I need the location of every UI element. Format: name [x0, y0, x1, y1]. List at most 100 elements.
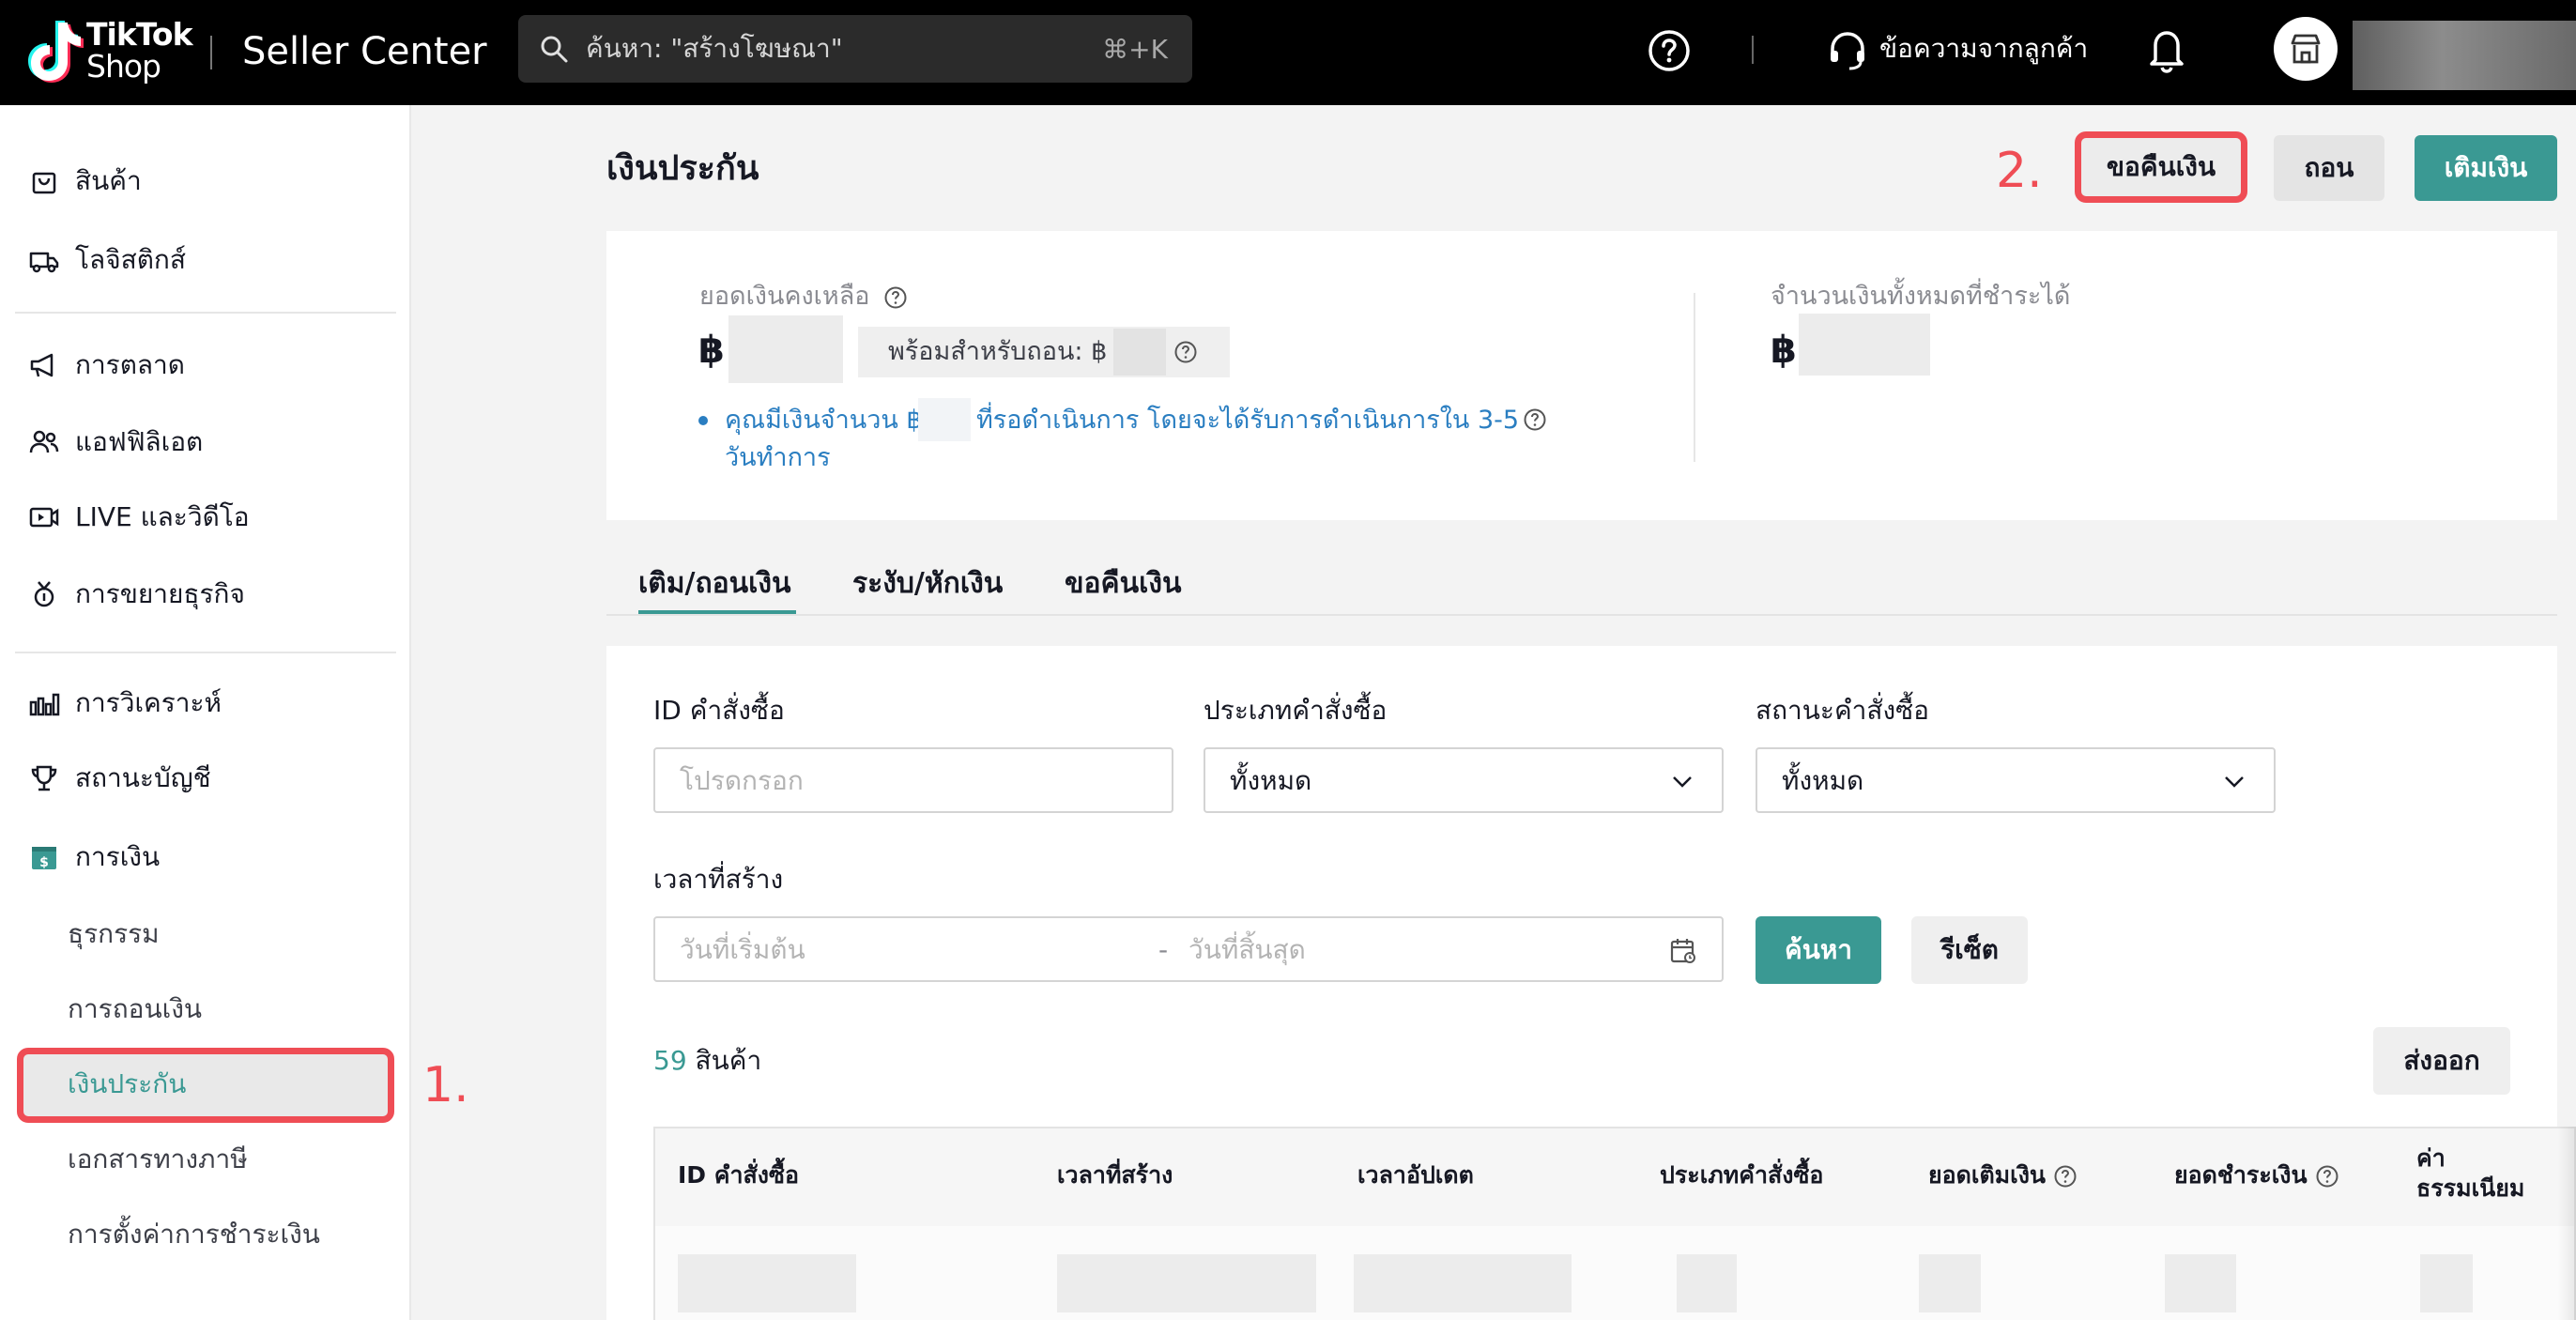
- sidebar-item-label: แอฟฟิลิเอต: [75, 426, 204, 457]
- export-button[interactable]: ส่งออก: [2373, 1027, 2510, 1095]
- headset-icon: [1831, 32, 1864, 70]
- order-type-label: ประเภทคำสั่งซื้อ: [1204, 695, 1388, 726]
- sidebar-item-label: สินค้า: [75, 165, 142, 196]
- date-range-picker[interactable]: วันที่เริ่มต้น - วันที่สิ้นสุด: [653, 916, 1724, 982]
- sidebar-item-label: การตลาด: [75, 349, 185, 380]
- trophy-icon: [31, 765, 57, 791]
- start-date-placeholder: วันที่เริ่มต้น: [680, 934, 805, 965]
- chevron-down-icon: [1673, 776, 1692, 788]
- total-amount-redacted: [1799, 314, 1930, 376]
- created-time-label: เวลาที่สร้าง: [653, 864, 784, 895]
- sidebar-item-label: การขยายธุรกิจ: [75, 578, 245, 609]
- deposit-table: ID คำสั่งซื้อ เวลาที่สร้าง เวลาอัปเดต ปร…: [653, 1127, 2576, 1320]
- medal-icon: [34, 581, 54, 607]
- total-currency: ฿: [1771, 329, 1797, 372]
- question-icon[interactable]: [1173, 340, 1198, 364]
- result-count-number: 59: [653, 1045, 687, 1076]
- order-status-label: สถานะคำสั่งซื้อ: [1756, 695, 1929, 726]
- truck-icon: [29, 252, 59, 273]
- order-type-select[interactable]: ทั้งหมด: [1204, 747, 1724, 813]
- tab-refund-request[interactable]: ขอคืนเงิน: [1065, 563, 1182, 605]
- table-scroll-shadow: [2557, 1127, 2576, 1320]
- pending-notice-part-2[interactable]: ที่รอดำเนินการ โดยจะได้รับการดำเนินการใน…: [976, 402, 1519, 439]
- tab-topup-withdraw[interactable]: เติม/ถอนเงิน: [638, 563, 791, 605]
- sidebar-item-label: โลจิสติกส์: [75, 244, 186, 275]
- sidebar-item-live-video[interactable]: LIVE และวิดีโอ: [28, 494, 404, 539]
- order-type-value: ทั้งหมด: [1230, 765, 1312, 796]
- top-up-button[interactable]: เติมเงิน: [2415, 135, 2557, 201]
- balance-label: ยอดเงินคงเหลือ: [699, 280, 908, 314]
- account-name-redacted[interactable]: [2353, 21, 2576, 90]
- result-count: 59 สินค้า: [653, 1042, 761, 1080]
- balance-amount-redacted: [728, 315, 843, 383]
- sidebar-sub-transactions[interactable]: ธุรกรรม: [68, 916, 160, 952]
- global-search[interactable]: ค้นหา: "สร้างโฆษณา" ⌘+K: [518, 15, 1192, 83]
- request-refund-button[interactable]: ขอคืนเงิน: [2075, 131, 2247, 203]
- column-fee-line-2: ธรรมเนียม: [2416, 1174, 2525, 1202]
- order-id-input[interactable]: โปรดกรอก: [653, 747, 1173, 813]
- search-button[interactable]: ค้นหา: [1756, 916, 1881, 984]
- video-icon: [29, 507, 59, 528]
- cell-redacted: [1057, 1254, 1316, 1312]
- sidebar-divider: [15, 312, 396, 314]
- question-icon[interactable]: [2315, 1164, 2339, 1189]
- store-icon: [2291, 34, 2321, 64]
- sidebar-sub-withdrawals[interactable]: การถอนเงิน: [68, 991, 202, 1027]
- order-status-value: ทั้งหมด: [1782, 765, 1864, 796]
- finance-icon: $: [32, 847, 56, 870]
- tab-hold-deduct[interactable]: ระงับ/หักเงิน: [852, 563, 1003, 605]
- column-topup-amount-label: ยอดเติมเงิน: [1928, 1161, 2046, 1189]
- header-divider: [1752, 36, 1754, 64]
- tabs-baseline: [606, 614, 2557, 616]
- sidebar-item-marketing[interactable]: การตลาด: [28, 342, 404, 387]
- sidebar-sub-tax-documents[interactable]: เอกสารทางภาษี: [68, 1142, 248, 1177]
- order-id-label: ID คำสั่งซื้อ: [653, 695, 785, 726]
- search-placeholder: ค้นหา: "สร้างโฆษณา": [586, 33, 843, 64]
- column-fee-line-1: ค่า: [2416, 1144, 2446, 1172]
- cell-redacted: [1677, 1254, 1737, 1312]
- sidebar-item-logistics[interactable]: โลจิสติกส์: [28, 237, 404, 282]
- question-icon[interactable]: [1523, 407, 1547, 432]
- shop-avatar[interactable]: [2274, 17, 2338, 81]
- sidebar-item-account-health[interactable]: สถานะบัญชี: [28, 755, 404, 800]
- users-icon: [29, 430, 59, 453]
- question-icon[interactable]: [2053, 1164, 2078, 1189]
- column-fee: ค่า ธรรมเนียม: [2416, 1143, 2524, 1204]
- pending-amount-redacted: [918, 398, 971, 441]
- chart-icon: [29, 693, 60, 716]
- sidebar-item-affiliate[interactable]: แอฟฟิลิเอต: [28, 419, 404, 464]
- tiktok-logo-icon: [28, 21, 84, 83]
- search-shortcut: ⌘+K: [1102, 34, 1168, 65]
- cell-redacted: [2165, 1254, 2236, 1312]
- sidebar-item-label: LIVE และวิดีโอ: [75, 501, 250, 532]
- table-row[interactable]: [655, 1226, 2574, 1320]
- pending-notice-part-3[interactable]: วันทำการ: [725, 439, 831, 477]
- tiktok-shop-logo[interactable]: TikTok Shop: [24, 15, 212, 90]
- column-payment-amount: ยอดชำระเงิน: [2174, 1159, 2339, 1192]
- column-created-time: เวลาที่สร้าง: [1057, 1161, 1173, 1189]
- help-icon[interactable]: [1647, 28, 1692, 73]
- order-status-select[interactable]: ทั้งหมด: [1756, 747, 2276, 813]
- balance-card-divider: [1694, 293, 1695, 462]
- bell-icon[interactable]: [2146, 24, 2187, 73]
- cell-redacted: [2420, 1254, 2473, 1312]
- question-icon[interactable]: [883, 285, 908, 310]
- sidebar-item-products[interactable]: สินค้า: [28, 158, 404, 203]
- available-withdraw-text: พร้อมสำหรับถอน: ฿: [888, 337, 1108, 366]
- sidebar-item-business-growth[interactable]: การขยายธุรกิจ: [28, 571, 404, 616]
- pending-notice-part-1[interactable]: คุณมีเงินจำนวน ฿: [725, 402, 923, 439]
- annotation-step-1: 1.: [422, 1057, 469, 1113]
- sidebar-sub-deposit[interactable]: เงินประกัน: [68, 1067, 186, 1102]
- withdraw-button[interactable]: ถอน: [2274, 135, 2384, 201]
- bag-icon: [32, 172, 56, 194]
- reset-button[interactable]: รีเซ็ต: [1911, 916, 2028, 984]
- end-date-placeholder: วันที่สิ้นสุด: [1188, 934, 1306, 965]
- result-count-suffix: สินค้า: [695, 1045, 762, 1076]
- app-title: Seller Center: [242, 30, 487, 73]
- total-payable-label: จำนวนเงินทั้งหมดที่ชำระได้: [1771, 282, 2071, 311]
- column-payment-amount-label: ยอดชำระเงิน: [2174, 1161, 2308, 1189]
- order-id-placeholder: โปรดกรอก: [680, 765, 804, 796]
- sidebar-sub-payment-settings[interactable]: การตั้งค่าการชำระเงิน: [68, 1217, 320, 1252]
- sidebar-item-finance[interactable]: $ การเงิน: [28, 834, 404, 879]
- sidebar-item-analytics[interactable]: การวิเคราะห์: [28, 680, 404, 725]
